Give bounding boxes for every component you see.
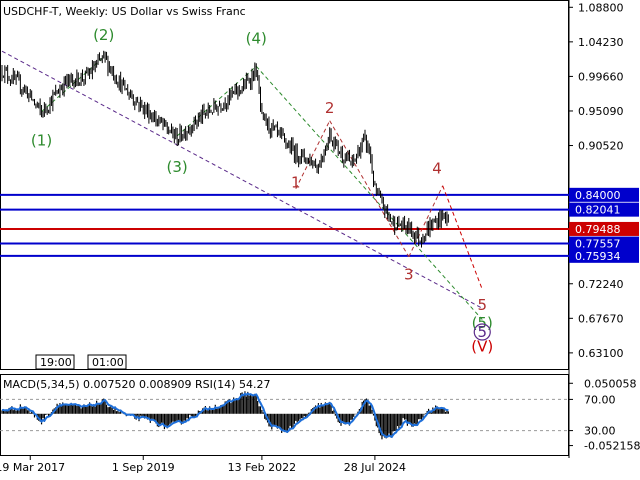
- wave-label: (2): [93, 26, 114, 44]
- price-axis-label: 1.08800: [578, 1, 624, 14]
- level-price-label: 0.79488: [575, 223, 621, 236]
- price-axis-label: 0.95090: [578, 105, 624, 118]
- trend-line: [329, 120, 410, 258]
- instrument-description: US Dollar vs Swiss Franc: [112, 5, 246, 18]
- indicator-axis-label: -0.052158: [584, 440, 640, 453]
- price-axis-label: 0.63100: [578, 347, 624, 360]
- price-axis-label: 0.72240: [578, 278, 624, 291]
- time-badge-2[interactable]: 01:00: [87, 354, 127, 370]
- trend-line: [255, 65, 483, 320]
- wave-circle-label: 5: [477, 323, 487, 341]
- chart-canvas: USDCHF-T, Weekly: US Dollar vs Swiss Fra…: [0, 0, 640, 474]
- indicator-axis-label: 30.00: [584, 425, 616, 438]
- level-price-label: 0.77557: [575, 238, 621, 251]
- price-axis-label: 0.67670: [578, 312, 624, 325]
- price-axis-label: 0.90520: [578, 140, 624, 153]
- time-axis-label: 1 Sep 2019: [112, 461, 175, 474]
- wave-label: 4: [432, 160, 442, 178]
- trend-line: [176, 65, 257, 137]
- time-axis-label: 13 Feb 2022: [228, 461, 296, 474]
- time-badge-2-label: 01:00: [92, 356, 124, 369]
- wave-label: 3: [404, 266, 414, 284]
- indicator-plot: [0, 391, 569, 440]
- trend-line: [295, 120, 331, 190]
- wave-label: (3): [167, 158, 188, 176]
- wave-label: 2: [325, 99, 335, 117]
- time-badge-1-label: 19:00: [40, 356, 72, 369]
- indicator-label: MACD(5,34,5) 0.007520 0.008909 RSI(14) 5…: [3, 378, 270, 391]
- chart-title: USDCHF-T, Weekly: US Dollar vs Swiss Fra…: [3, 5, 246, 18]
- wave-label: (4): [246, 30, 267, 48]
- time-axis-label: 28 Jul 2024: [344, 461, 406, 474]
- level-price-label: 0.84000: [575, 189, 621, 202]
- indicator-axis-label: 0.050058: [584, 377, 637, 390]
- wave-label: 5: [477, 296, 487, 314]
- trend-line: [408, 185, 444, 258]
- symbol-label: USDCHF-T: [3, 5, 59, 18]
- price-axis-label: 1.04230: [578, 36, 624, 49]
- main-plot: (1)(2)(3)(4)(5)12345(V)5: [0, 26, 569, 355]
- price-axis-label: 0.99660: [578, 70, 624, 83]
- indicator-axis-label: 70.00: [584, 393, 616, 406]
- level-price-label: 0.75934: [575, 250, 621, 263]
- trend-line: [442, 185, 483, 290]
- wave-label: 1: [291, 173, 301, 191]
- timeframe-label: Weekly: [65, 5, 105, 18]
- level-price-label: 0.82041: [575, 204, 621, 217]
- time-badge-1[interactable]: 19:00: [35, 354, 75, 370]
- time-axis-label: 19 Mar 2017: [0, 461, 65, 474]
- wave-label: (1): [31, 132, 52, 150]
